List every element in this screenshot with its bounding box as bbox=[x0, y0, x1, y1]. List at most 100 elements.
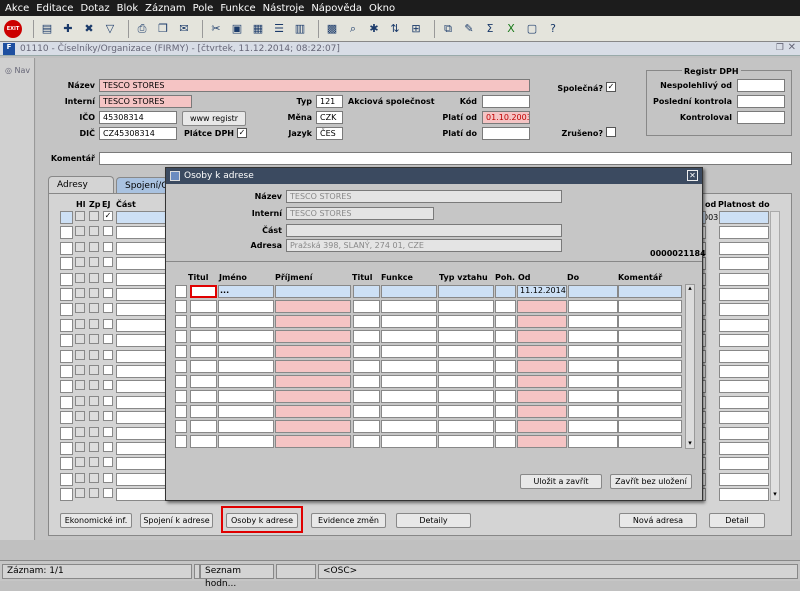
address-cell[interactable] bbox=[89, 395, 99, 406]
person-cell[interactable] bbox=[218, 390, 274, 403]
address-cell[interactable] bbox=[103, 411, 113, 422]
address-cell[interactable] bbox=[103, 426, 113, 437]
person-cell[interactable] bbox=[568, 345, 618, 358]
address-cell[interactable] bbox=[719, 380, 769, 394]
person-cell[interactable] bbox=[381, 405, 437, 418]
person-cell[interactable] bbox=[275, 420, 351, 433]
person-cell[interactable] bbox=[275, 360, 351, 373]
cut-icon[interactable]: ✂ bbox=[208, 21, 224, 37]
person-cell[interactable] bbox=[618, 405, 682, 418]
filter-icon[interactable]: ▽ bbox=[102, 21, 118, 37]
person-cell[interactable] bbox=[190, 420, 217, 433]
person-cell[interactable] bbox=[495, 360, 516, 373]
address-cell[interactable] bbox=[75, 380, 85, 391]
person-cell[interactable] bbox=[438, 315, 494, 328]
menu-funkce[interactable]: Funkce bbox=[220, 3, 255, 14]
www-registr-button[interactable]: www registr bbox=[182, 111, 246, 126]
person-cell[interactable] bbox=[618, 345, 682, 358]
person-cell[interactable] bbox=[618, 315, 682, 328]
person-cell[interactable] bbox=[618, 375, 682, 388]
person-cell[interactable] bbox=[568, 390, 618, 403]
person-cell[interactable] bbox=[495, 420, 516, 433]
settings-icon[interactable]: ✱ bbox=[366, 21, 382, 37]
person-cell[interactable] bbox=[275, 330, 351, 343]
person-cell[interactable] bbox=[495, 330, 516, 343]
menu-pole[interactable]: Pole bbox=[193, 3, 214, 14]
person-cell[interactable] bbox=[175, 330, 187, 343]
scroll-down-icon[interactable]: ▾ bbox=[685, 439, 695, 449]
exit-button[interactable]: EXIT bbox=[4, 19, 22, 38]
nazev-field[interactable]: TESCO STORES bbox=[99, 79, 530, 92]
address-cell[interactable] bbox=[89, 241, 99, 252]
address-cell[interactable] bbox=[89, 365, 99, 375]
address-cell[interactable] bbox=[103, 241, 113, 252]
person-cell[interactable] bbox=[438, 405, 494, 418]
scroll-up-icon[interactable]: ▴ bbox=[685, 284, 695, 294]
person-cell[interactable] bbox=[175, 420, 187, 433]
mena-field[interactable]: CZK bbox=[316, 111, 343, 124]
menu-nastroje[interactable]: Nástroje bbox=[263, 3, 305, 14]
mail-icon[interactable]: ✉ bbox=[176, 21, 192, 37]
person-cell[interactable] bbox=[381, 390, 437, 403]
address-cell[interactable] bbox=[89, 426, 99, 437]
address-cell[interactable] bbox=[60, 318, 73, 332]
persons-scrollbar[interactable] bbox=[685, 284, 695, 449]
dic-field[interactable]: CZ45308314 bbox=[99, 127, 177, 140]
spojeni-k-adrese-button[interactable]: Spojení k adrese bbox=[140, 513, 213, 528]
person-cell[interactable] bbox=[175, 435, 187, 448]
lock-icon[interactable]: ⊞ bbox=[408, 21, 424, 37]
address-cell[interactable] bbox=[60, 303, 73, 317]
person-cell[interactable] bbox=[517, 390, 567, 403]
person-cell[interactable] bbox=[568, 315, 618, 328]
person-cell[interactable] bbox=[190, 360, 217, 373]
dialog-close-icon[interactable]: ✕ bbox=[687, 170, 698, 181]
address-cell[interactable] bbox=[719, 349, 769, 363]
person-cell[interactable] bbox=[381, 420, 437, 433]
address-cell[interactable] bbox=[75, 257, 85, 268]
menu-okno[interactable]: Okno bbox=[369, 3, 395, 14]
person-cell[interactable] bbox=[275, 345, 351, 358]
address-cell[interactable] bbox=[89, 272, 99, 283]
address-cell[interactable] bbox=[89, 226, 99, 237]
person-cell[interactable] bbox=[618, 390, 682, 403]
person-cell[interactable] bbox=[353, 405, 380, 418]
menu-blok[interactable]: Blok bbox=[117, 3, 139, 14]
paste-icon[interactable]: ▣ bbox=[229, 21, 245, 37]
person-cell[interactable] bbox=[381, 285, 437, 298]
person-cell[interactable] bbox=[495, 435, 516, 448]
address-cell[interactable] bbox=[75, 457, 85, 468]
person-cell[interactable] bbox=[275, 390, 351, 403]
person-cell[interactable] bbox=[495, 405, 516, 418]
address-cell[interactable] bbox=[89, 442, 99, 452]
jazyk-field[interactable]: ČES bbox=[316, 127, 343, 140]
person-cell[interactable] bbox=[381, 375, 437, 388]
person-cell[interactable] bbox=[568, 435, 618, 448]
address-cell[interactable] bbox=[103, 272, 113, 283]
close-window-icon[interactable]: ✕ bbox=[788, 42, 796, 53]
search-icon[interactable]: ⌕ bbox=[345, 21, 361, 37]
address-cell[interactable] bbox=[75, 334, 85, 345]
person-cell[interactable] bbox=[218, 420, 274, 433]
person-cell[interactable] bbox=[568, 300, 618, 313]
person-cell[interactable] bbox=[618, 330, 682, 343]
person-cell[interactable] bbox=[218, 345, 274, 358]
person-cell[interactable] bbox=[218, 330, 274, 343]
person-cell[interactable] bbox=[495, 285, 516, 298]
address-cell[interactable] bbox=[60, 241, 73, 255]
address-cell[interactable] bbox=[719, 303, 769, 317]
person-cell[interactable] bbox=[190, 330, 217, 343]
person-cell[interactable] bbox=[218, 315, 274, 328]
kontroloval-field[interactable] bbox=[737, 111, 785, 124]
person-cell[interactable] bbox=[190, 285, 217, 298]
address-cell[interactable] bbox=[103, 334, 113, 345]
address-cell[interactable] bbox=[719, 457, 769, 471]
address-cell[interactable] bbox=[60, 395, 73, 409]
address-cell[interactable] bbox=[60, 488, 73, 502]
menu-napoveda[interactable]: Nápověda bbox=[311, 3, 362, 14]
person-cell[interactable] bbox=[190, 300, 217, 313]
person-cell[interactable] bbox=[353, 375, 380, 388]
address-cell[interactable] bbox=[75, 426, 85, 437]
person-cell[interactable] bbox=[353, 345, 380, 358]
nespolehlivy-field[interactable] bbox=[737, 79, 785, 92]
address-cell[interactable] bbox=[60, 380, 73, 394]
